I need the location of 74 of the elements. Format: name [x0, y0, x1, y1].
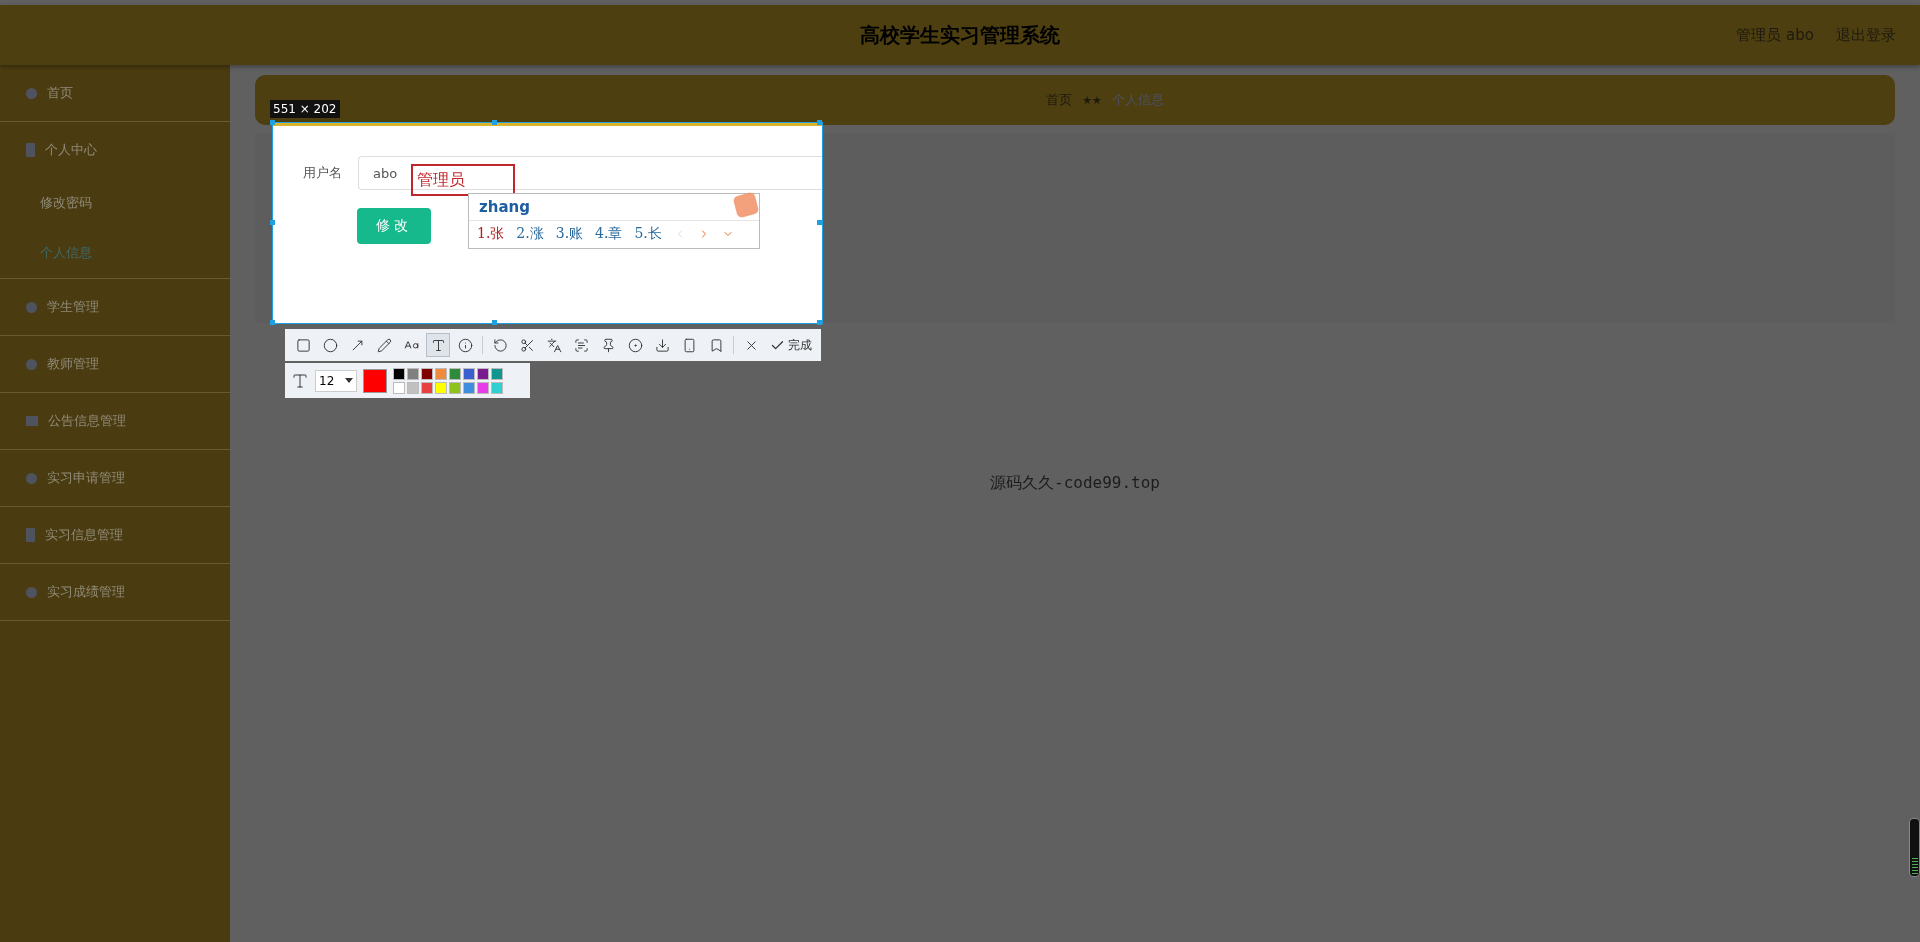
ime-candidate[interactable]: 5.长	[634, 225, 662, 243]
circle-icon	[322, 337, 338, 353]
app-title: 高校学生实习管理系统	[860, 21, 1060, 49]
sidebar-item[interactable]: 实习信息管理	[26, 507, 230, 563]
color-swatch[interactable]	[407, 381, 419, 394]
field-label: 用户名	[303, 164, 343, 182]
color-swatch[interactable]	[407, 367, 419, 380]
color-swatch[interactable]	[421, 381, 433, 394]
submenu-item[interactable]: 修改密码	[26, 178, 230, 228]
record-icon	[627, 337, 643, 353]
menu-icon	[26, 528, 35, 542]
color-swatch[interactable]	[393, 381, 405, 394]
ime-candidate[interactable]: 3.账	[555, 225, 584, 243]
phone-icon	[681, 337, 697, 353]
resize-handle[interactable]	[817, 120, 822, 125]
translate-icon	[546, 337, 562, 353]
color-swatch[interactable]	[435, 367, 447, 380]
font-size-select[interactable]: 12	[315, 369, 357, 392]
scissors-icon	[519, 337, 535, 353]
sidebar-item[interactable]: 教师管理	[26, 336, 230, 392]
color-swatch[interactable]	[435, 381, 447, 394]
done-button[interactable]: 完成	[766, 336, 816, 354]
menu-icon	[26, 586, 37, 598]
size-label: 551 × 202	[270, 100, 340, 118]
resize-handle[interactable]	[817, 220, 822, 225]
download-icon	[654, 337, 670, 353]
breadcrumb-separator: ★★	[1082, 93, 1102, 107]
font-icon	[291, 371, 309, 390]
bookmark-icon	[708, 337, 724, 353]
resize-handle[interactable]	[817, 320, 822, 325]
menu-icon	[26, 143, 35, 157]
color-swatch[interactable]	[449, 367, 461, 380]
menu-icon	[26, 358, 37, 370]
sidebar-item[interactable]: 首页	[26, 65, 230, 121]
color-swatch[interactable]	[491, 381, 503, 394]
sidebar-item[interactable]: 学生管理	[26, 279, 230, 335]
sidebar-item[interactable]: 个人中心	[26, 122, 230, 178]
text-icon	[430, 337, 446, 353]
ime-logo-icon	[732, 191, 760, 219]
menu-icon	[26, 416, 38, 426]
color-swatch[interactable]	[421, 367, 433, 380]
scan-icon	[573, 337, 589, 353]
sidebar-item[interactable]: 实习申请管理	[26, 450, 230, 506]
sidebar-item[interactable]: 实习成绩管理	[26, 564, 230, 620]
resize-handle[interactable]	[270, 120, 275, 125]
text-tool[interactable]	[426, 333, 450, 357]
rectangle-icon	[295, 337, 311, 353]
color-swatch[interactable]	[463, 381, 475, 394]
color-swatch[interactable]	[393, 367, 405, 380]
footer-text: 源码久久-code99.top	[989, 473, 1161, 494]
resize-handle[interactable]	[270, 220, 275, 225]
ime-candidate[interactable]: 4.章	[595, 225, 623, 243]
pin-icon	[600, 337, 616, 353]
resize-handle[interactable]	[492, 320, 497, 325]
level-meter-drawing	[1909, 818, 1920, 877]
breadcrumb-current: 个人信息	[1111, 91, 1164, 109]
menu-icon	[26, 87, 37, 99]
undo-icon	[492, 337, 508, 353]
color-swatch[interactable]	[477, 381, 489, 394]
color-swatch[interactable]	[463, 367, 475, 380]
ime-candidate[interactable]: 2.涨	[516, 225, 544, 243]
pencil-icon	[376, 337, 392, 353]
modify-button[interactable]: 修改	[357, 208, 431, 244]
submenu-item[interactable]: 个人信息	[26, 228, 230, 278]
ime-candidate[interactable]: 1.张	[477, 225, 505, 243]
color-swatch[interactable]	[477, 367, 489, 380]
menu-icon	[26, 301, 37, 313]
resize-handle[interactable]	[492, 120, 497, 125]
color-swatch[interactable]	[449, 381, 461, 394]
resize-handle[interactable]	[270, 320, 275, 325]
menu-icon	[26, 472, 37, 484]
sidebar-item[interactable]: 公告信息管理	[26, 393, 230, 449]
color-swatch[interactable]	[491, 367, 503, 380]
current-color-swatch[interactable]	[363, 368, 387, 393]
